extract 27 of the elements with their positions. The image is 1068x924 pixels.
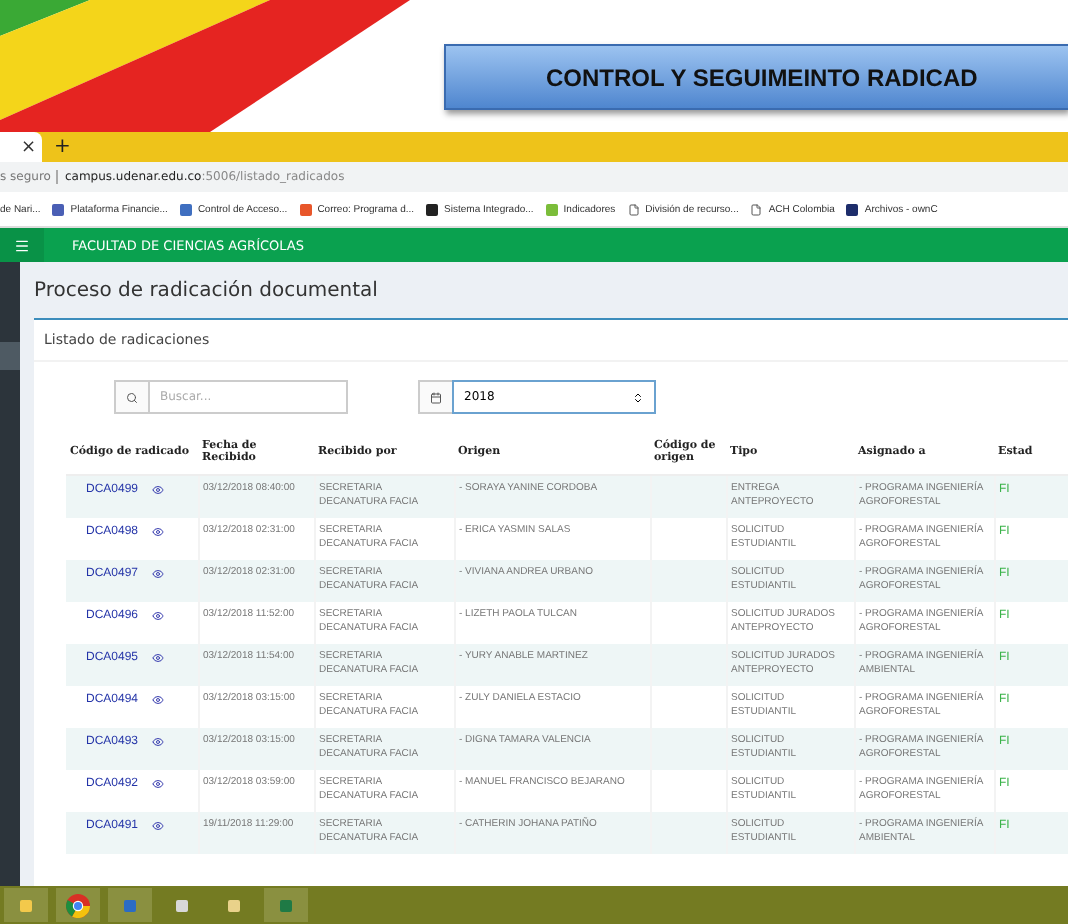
view-icon[interactable]: [152, 483, 165, 496]
search-icon: [126, 391, 138, 403]
site-icon: [179, 203, 192, 215]
browser-icon[interactable]: [56, 888, 100, 922]
view-icon[interactable]: [152, 819, 165, 832]
calendar-icon: [430, 391, 442, 403]
site-icon: [426, 203, 439, 215]
site-icon: [846, 203, 859, 215]
view-icon[interactable]: [152, 693, 165, 706]
menu-icon: [14, 237, 30, 253]
view-icon[interactable]: [152, 567, 165, 580]
page-icon: [750, 203, 763, 215]
search-button[interactable]: [114, 380, 148, 414]
new-tab-button[interactable]: +: [42, 132, 83, 162]
page-title: Proceso de radicación documental: [34, 278, 380, 306]
site-icon: [545, 203, 558, 215]
site-icon: [299, 203, 312, 215]
view-icon[interactable]: [152, 651, 165, 664]
view-icon[interactable]: [152, 609, 165, 622]
menu-button[interactable]: [0, 228, 44, 262]
view-icon[interactable]: [152, 525, 165, 538]
banner-title: CONTROL Y SEGUIMEINTO RADICAD: [444, 44, 1068, 110]
view-icon[interactable]: [152, 735, 165, 748]
calendar-button[interactable]: [418, 380, 452, 414]
view-icon[interactable]: [152, 777, 165, 790]
page-icon: [627, 203, 640, 215]
site-icon: [52, 203, 65, 215]
